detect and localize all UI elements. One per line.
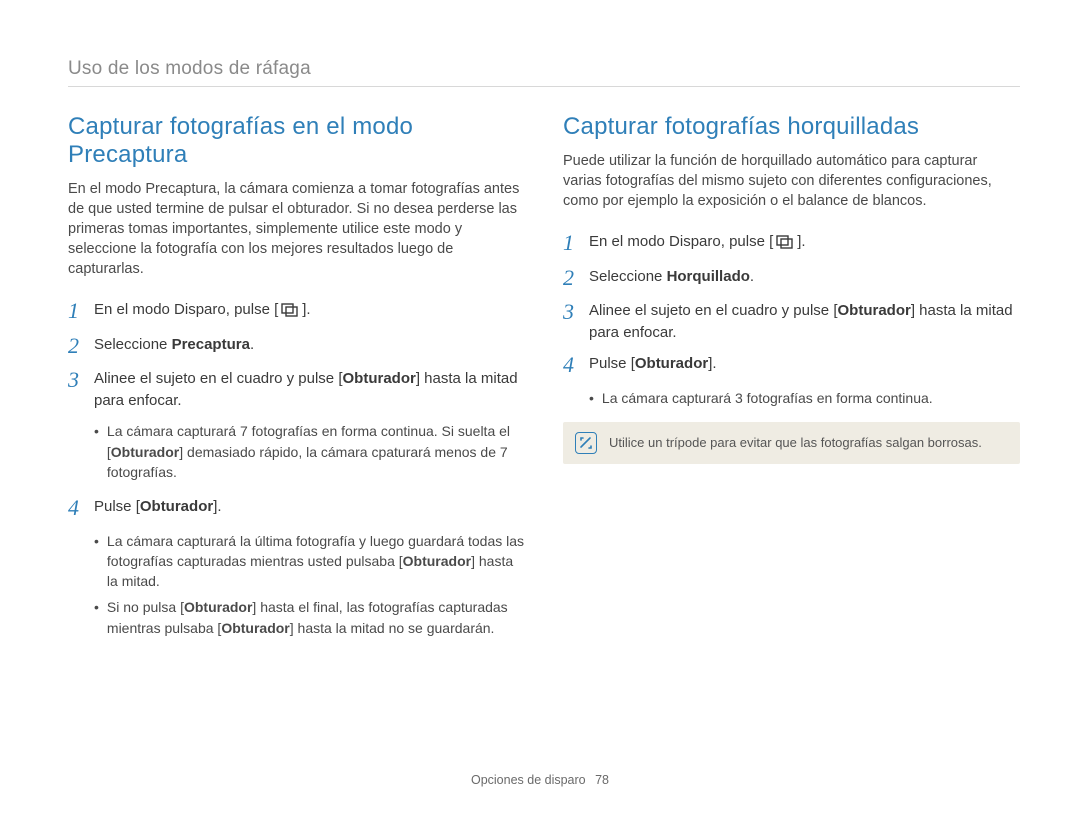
step-3-sub: La cámara capturará 7 fotografías en for… (94, 421, 525, 482)
step-text: Alinee el sujeto en el cuadro y pulse [O… (94, 368, 525, 412)
step-text: Seleccione Precaptura. (94, 334, 525, 358)
note-icon (575, 432, 597, 454)
step-2: 2 Seleccione Precaptura. (68, 334, 525, 358)
step-number: 2 (68, 334, 94, 358)
page-number: 78 (595, 773, 609, 787)
divider (68, 86, 1020, 87)
burst-icon (280, 302, 300, 324)
step-number: 3 (68, 368, 94, 412)
step-4-sub: La cámara capturará la última fotografía… (94, 531, 525, 638)
right-column: Capturar fotografías horquilladas Puede … (563, 113, 1020, 652)
step-4: 4 Pulse [Obturador]. (563, 353, 1020, 377)
note-text: Utilice un trípode para evitar que las f… (609, 435, 982, 450)
step-text: Pulse [Obturador]. (589, 353, 1020, 377)
step-3: 3 Alinee el sujeto en el cuadro y pulse … (68, 368, 525, 412)
page-footer: Opciones de disparo 78 (0, 773, 1080, 787)
content-columns: Capturar fotografías en el modo Precaptu… (68, 113, 1020, 652)
heading-precapture: Capturar fotografías en el modo Precaptu… (68, 113, 525, 169)
manual-page: Uso de los modos de ráfaga Capturar foto… (0, 0, 1080, 815)
step-text: Alinee el sujeto en el cuadro y pulse [O… (589, 300, 1020, 344)
steps-precapture: 1 En el modo Disparo, pulse []. 2 Selecc… (68, 299, 525, 411)
step-2: 2 Seleccione Horquillado. (563, 266, 1020, 290)
step-text: Pulse [Obturador]. (94, 496, 525, 520)
step-1: 1 En el modo Disparo, pulse []. (563, 231, 1020, 256)
step-text: En el modo Disparo, pulse []. (589, 231, 1020, 256)
steps-precapture-cont: 4 Pulse [Obturador]. (68, 496, 525, 520)
footer-label: Opciones de disparo (471, 773, 586, 787)
breadcrumb: Uso de los modos de ráfaga (68, 58, 1020, 80)
step-number: 3 (563, 300, 589, 344)
step-number: 2 (563, 266, 589, 290)
step-4: 4 Pulse [Obturador]. (68, 496, 525, 520)
step-4-sub: La cámara capturará 3 fotografías en for… (589, 388, 1020, 408)
step-number: 4 (563, 353, 589, 377)
bullet: La cámara capturará la última fotografía… (94, 531, 525, 592)
bullet: La cámara capturará 3 fotografías en for… (589, 388, 1020, 408)
burst-icon (775, 234, 795, 256)
step-number: 4 (68, 496, 94, 520)
note-box: Utilice un trípode para evitar que las f… (563, 422, 1020, 464)
bullet: La cámara capturará 7 fotografías en for… (94, 421, 525, 482)
bullet: Si no pulsa [Obturador] hasta el final, … (94, 597, 525, 638)
steps-bracket: 1 En el modo Disparo, pulse []. 2 Selecc… (563, 231, 1020, 378)
intro-precapture: En el modo Precaptura, la cámara comienz… (68, 179, 525, 279)
step-3: 3 Alinee el sujeto en el cuadro y pulse … (563, 300, 1020, 344)
step-number: 1 (563, 231, 589, 256)
step-1: 1 En el modo Disparo, pulse []. (68, 299, 525, 324)
left-column: Capturar fotografías en el modo Precaptu… (68, 113, 525, 652)
intro-bracket: Puede utilizar la función de horquillado… (563, 151, 1020, 211)
step-number: 1 (68, 299, 94, 324)
step-text: En el modo Disparo, pulse []. (94, 299, 525, 324)
step-text: Seleccione Horquillado. (589, 266, 1020, 290)
heading-bracket: Capturar fotografías horquilladas (563, 113, 1020, 141)
